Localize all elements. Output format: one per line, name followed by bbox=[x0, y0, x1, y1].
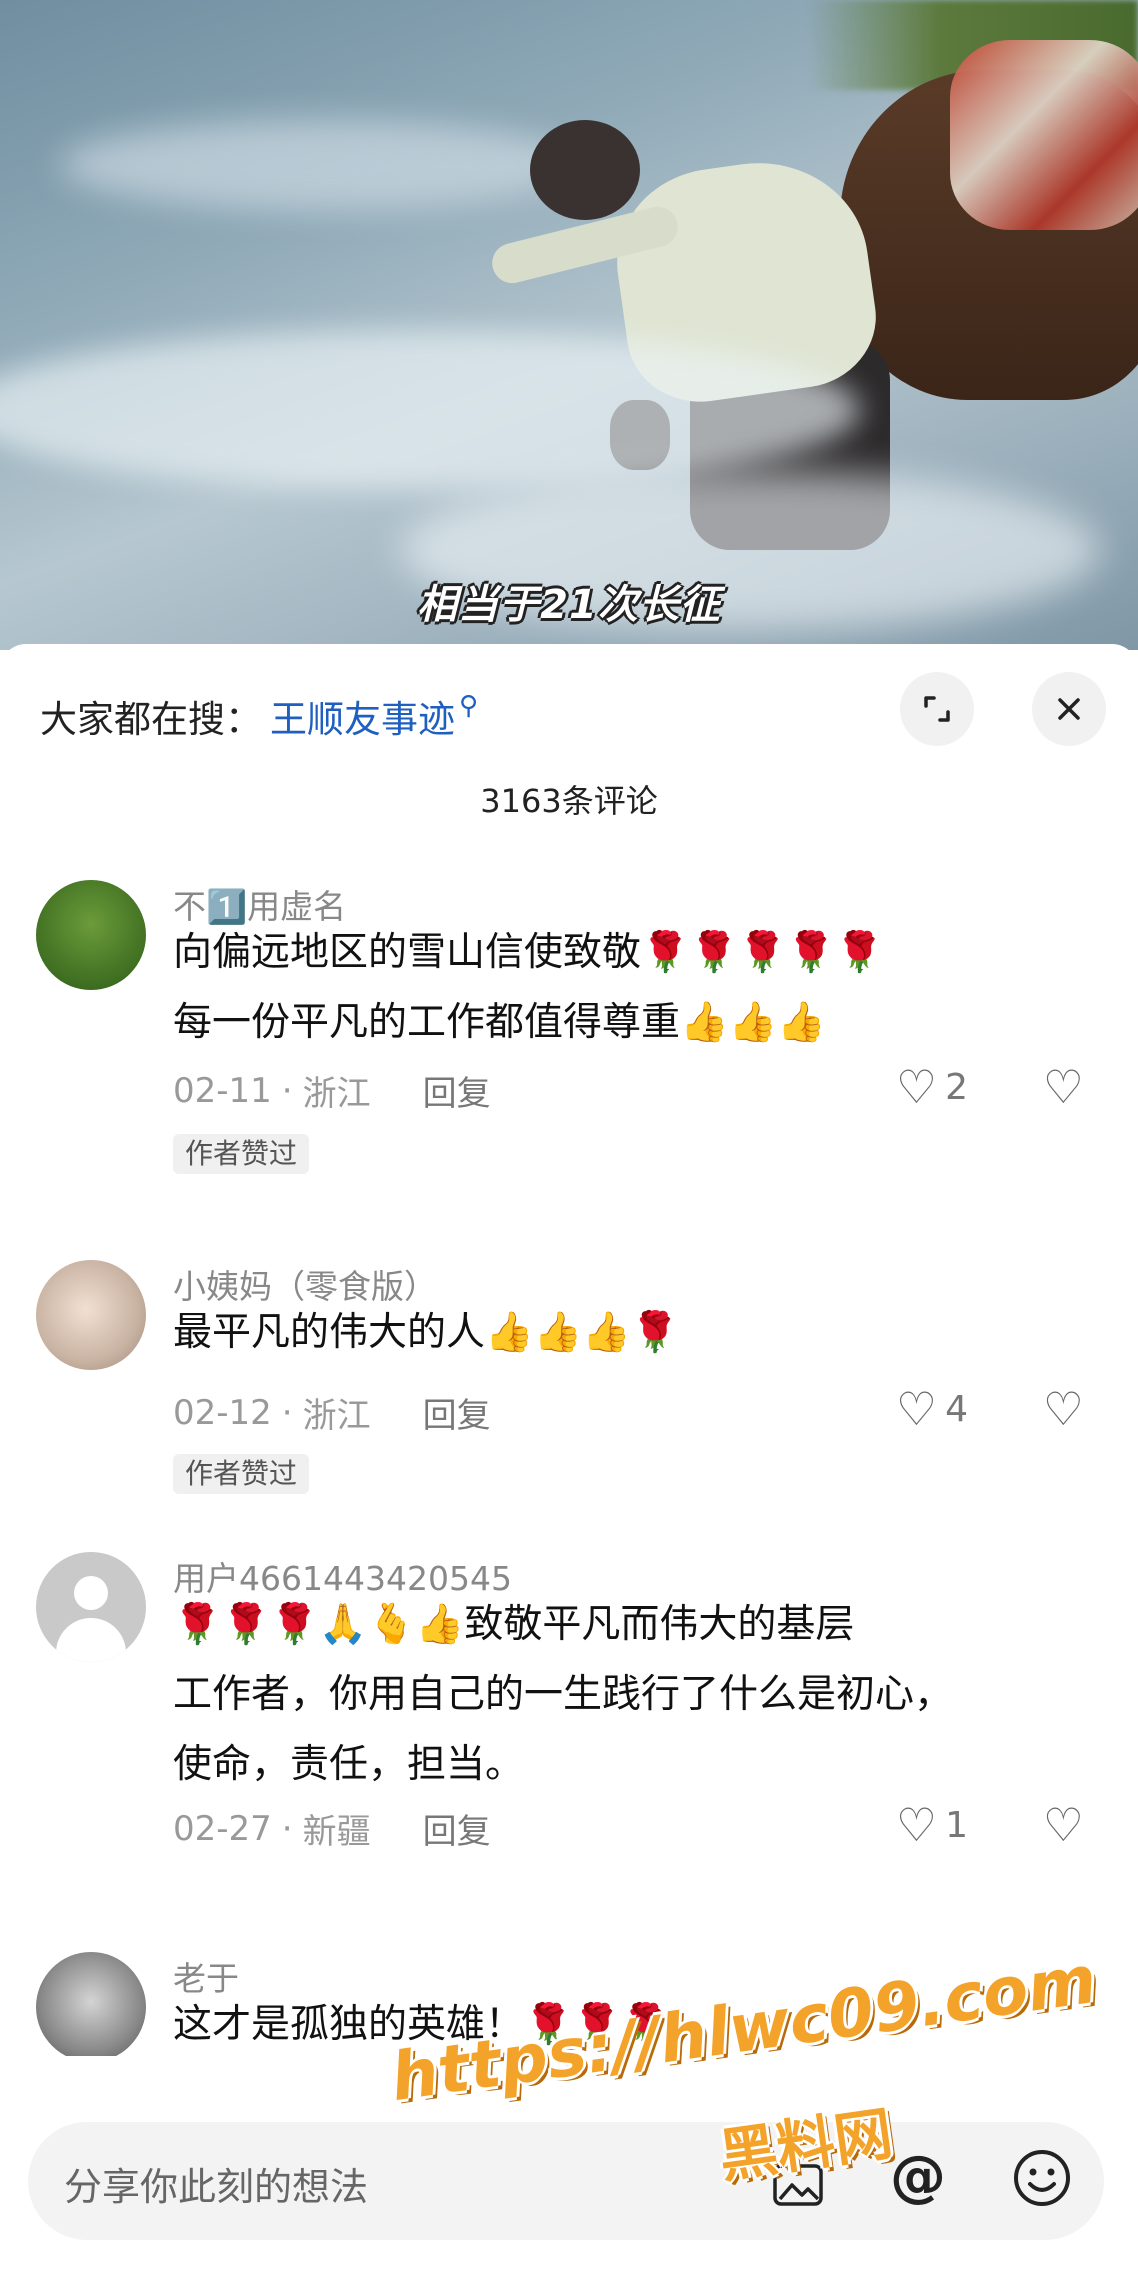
water-splash bbox=[60, 120, 580, 210]
water-wave bbox=[0, 330, 860, 490]
default-avatar-head bbox=[74, 1576, 108, 1610]
like-count: 1 bbox=[945, 1804, 968, 1846]
reply-button[interactable]: 回复 bbox=[423, 1804, 491, 1853]
comment-date: 02-11 bbox=[173, 1070, 272, 1111]
comment-input[interactable]: 分享你此刻的想法 @ bbox=[28, 2122, 1104, 2240]
like-button[interactable]: ♡ 4 bbox=[896, 1382, 968, 1436]
dislike-icon[interactable]: ♡ bbox=[1043, 1798, 1084, 1852]
comment-date: 02-27 bbox=[173, 1808, 272, 1849]
man-head bbox=[530, 120, 640, 220]
dislike-icon[interactable]: ♡ bbox=[1043, 1060, 1084, 1114]
close-icon bbox=[1058, 698, 1080, 720]
comment-text: 最平凡的伟大的人👍👍👍🌹 bbox=[173, 1298, 1093, 1368]
dislike-icon[interactable]: ♡ bbox=[1043, 1382, 1084, 1436]
comment-location: 新疆 bbox=[302, 1812, 371, 1852]
heart-icon: ♡ bbox=[895, 1382, 938, 1436]
emoji-icon[interactable] bbox=[1012, 2148, 1072, 2222]
saddle-bags bbox=[950, 40, 1138, 230]
meta-dot: · bbox=[281, 1808, 293, 1849]
like-button[interactable]: ♡ 2 bbox=[896, 1060, 968, 1114]
comment-date: 02-12 bbox=[173, 1392, 272, 1433]
meta-dot: · bbox=[281, 1392, 293, 1433]
comment-line: 🌹🌹🌹🙏🫰👍致敬平凡而伟大的基层 bbox=[173, 1602, 855, 1647]
search-prefix: 大家都在搜： bbox=[40, 698, 262, 741]
comment-location: 浙江 bbox=[302, 1396, 371, 1436]
comment-location: 浙江 bbox=[302, 1074, 371, 1114]
avatar[interactable] bbox=[36, 1260, 146, 1370]
avatar[interactable] bbox=[36, 880, 146, 990]
close-button[interactable] bbox=[1032, 672, 1106, 746]
like-count: 2 bbox=[945, 1066, 968, 1108]
reply-button[interactable]: 回复 bbox=[423, 1066, 491, 1115]
comment-line: 向偏远地区的雪山信使致敬🌹🌹🌹🌹🌹 bbox=[173, 930, 884, 975]
video-caption: 相当于21次长征 bbox=[417, 582, 721, 628]
comment-meta: 02-11 · 浙江 回复 bbox=[173, 1066, 491, 1115]
input-placeholder: 分享你此刻的想法 bbox=[64, 2165, 369, 2209]
comment-count: 3163条评论 bbox=[480, 782, 658, 820]
author-liked-badge: 作者赞过 bbox=[173, 1134, 310, 1174]
author-liked-badge: 作者赞过 bbox=[173, 1454, 310, 1494]
comment-meta: 02-12 · 浙江 回复 bbox=[173, 1388, 491, 1437]
comment-text: 向偏远地区的雪山信使致敬🌹🌹🌹🌹🌹 每一份平凡的工作都值得尊重👍👍👍 bbox=[173, 918, 1093, 1058]
comment-line: 使命，责任，担当。 bbox=[173, 1742, 525, 1787]
heart-icon: ♡ bbox=[895, 1060, 938, 1114]
search-icon[interactable]: ⚲ bbox=[459, 691, 478, 721]
reply-button[interactable]: 回复 bbox=[423, 1388, 491, 1437]
comment-line: 工作者，你用自己的一生践行了什么是初心， bbox=[173, 1672, 954, 1717]
at-icon[interactable]: @ bbox=[890, 2144, 946, 2209]
expand-button[interactable] bbox=[900, 672, 974, 746]
heart-icon: ♡ bbox=[895, 1798, 938, 1852]
avatar[interactable] bbox=[36, 1552, 146, 1662]
comment-meta: 02-27 · 新疆 回复 bbox=[173, 1804, 491, 1853]
search-suggestion[interactable]: 大家都在搜： 王顺友事迹 ⚲ bbox=[40, 686, 478, 746]
video-player[interactable]: 相当于21次长征 bbox=[0, 0, 1138, 650]
search-keyword-link[interactable]: 王顺友事迹 bbox=[270, 689, 455, 743]
comment-text: 🌹🌹🌹🙏🫰👍致敬平凡而伟大的基层 工作者，你用自己的一生践行了什么是初心， 使命… bbox=[173, 1590, 1093, 1800]
default-avatar-shoulders bbox=[56, 1618, 126, 1662]
expand-icon bbox=[924, 696, 950, 722]
meta-dot: · bbox=[281, 1070, 293, 1111]
comment-line: 最平凡的伟大的人👍👍👍🌹 bbox=[173, 1310, 680, 1355]
like-count: 4 bbox=[945, 1388, 968, 1430]
like-button[interactable]: ♡ 1 bbox=[896, 1798, 968, 1852]
comment-line: 每一份平凡的工作都值得尊重👍👍👍 bbox=[173, 1000, 826, 1045]
avatar[interactable] bbox=[36, 1952, 146, 2062]
